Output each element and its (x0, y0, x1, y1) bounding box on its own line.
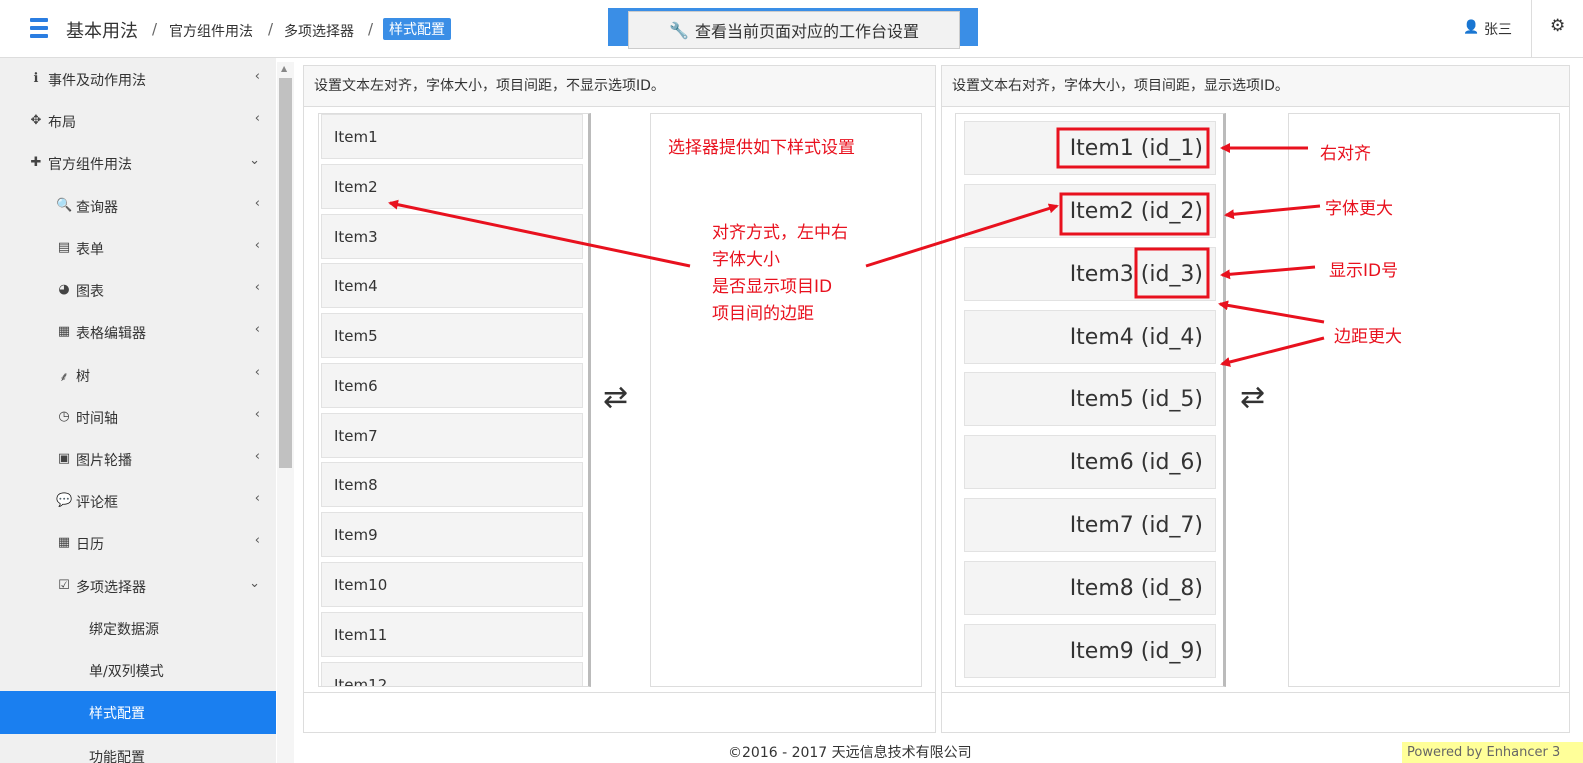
arrow-margin-2 (1220, 336, 1325, 367)
highlight-box-id2 (1059, 192, 1210, 236)
arrow-margin-1 (1218, 300, 1325, 324)
footer-copyright: ©2016 - 2017 天远信息技术有限公司 (728, 745, 972, 761)
highlight-box-id1 (1056, 127, 1210, 169)
powered-by-badge[interactable]: Powered by Enhancer 3 (1402, 742, 1583, 763)
highlight-box-id3 (1134, 247, 1210, 299)
annotation-overlay (388, 127, 1325, 367)
arrow-to-id2 (865, 203, 1059, 268)
arrow-show-id (1220, 265, 1316, 280)
arrow-to-item2 (388, 199, 691, 268)
arrow-font-bigger (1224, 204, 1321, 220)
